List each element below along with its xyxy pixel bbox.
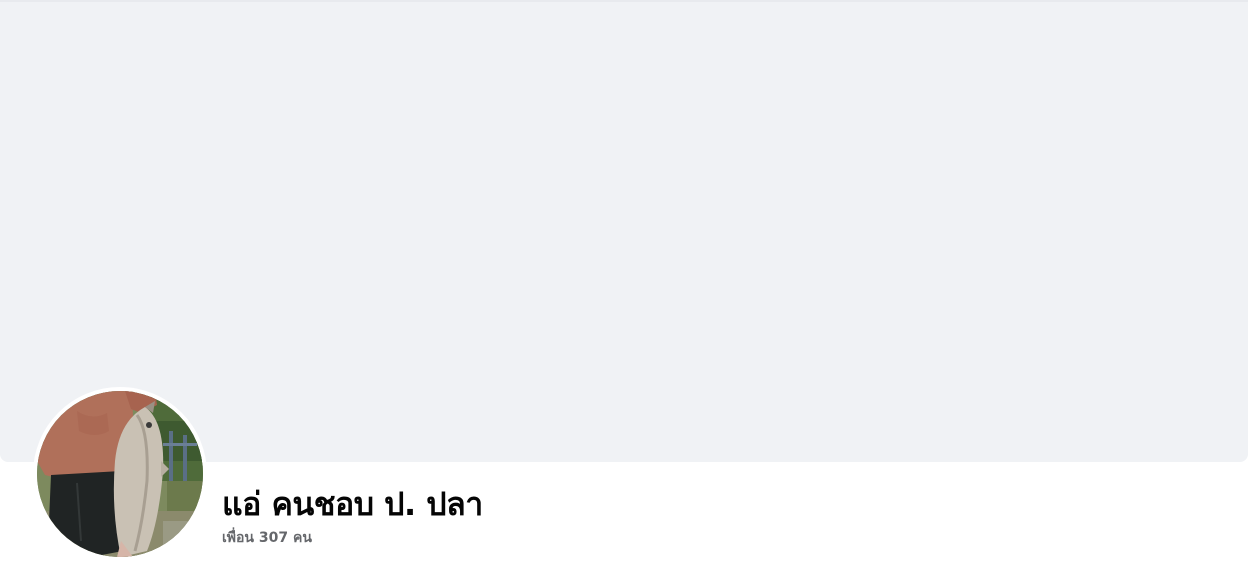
friends-count-link[interactable]: เพื่อน 307 คน xyxy=(222,528,312,548)
profile-photo-image xyxy=(37,391,203,557)
profile-picture[interactable] xyxy=(37,391,203,557)
profile-picture-frame xyxy=(33,387,207,561)
profile-name: แอ่ คนชอบ ป. ปลา xyxy=(222,485,483,523)
cover-photo[interactable] xyxy=(0,0,1248,462)
profile-page: แอ่ คนชอบ ป. ปลา เพื่อน 307 คน xyxy=(0,0,1248,576)
